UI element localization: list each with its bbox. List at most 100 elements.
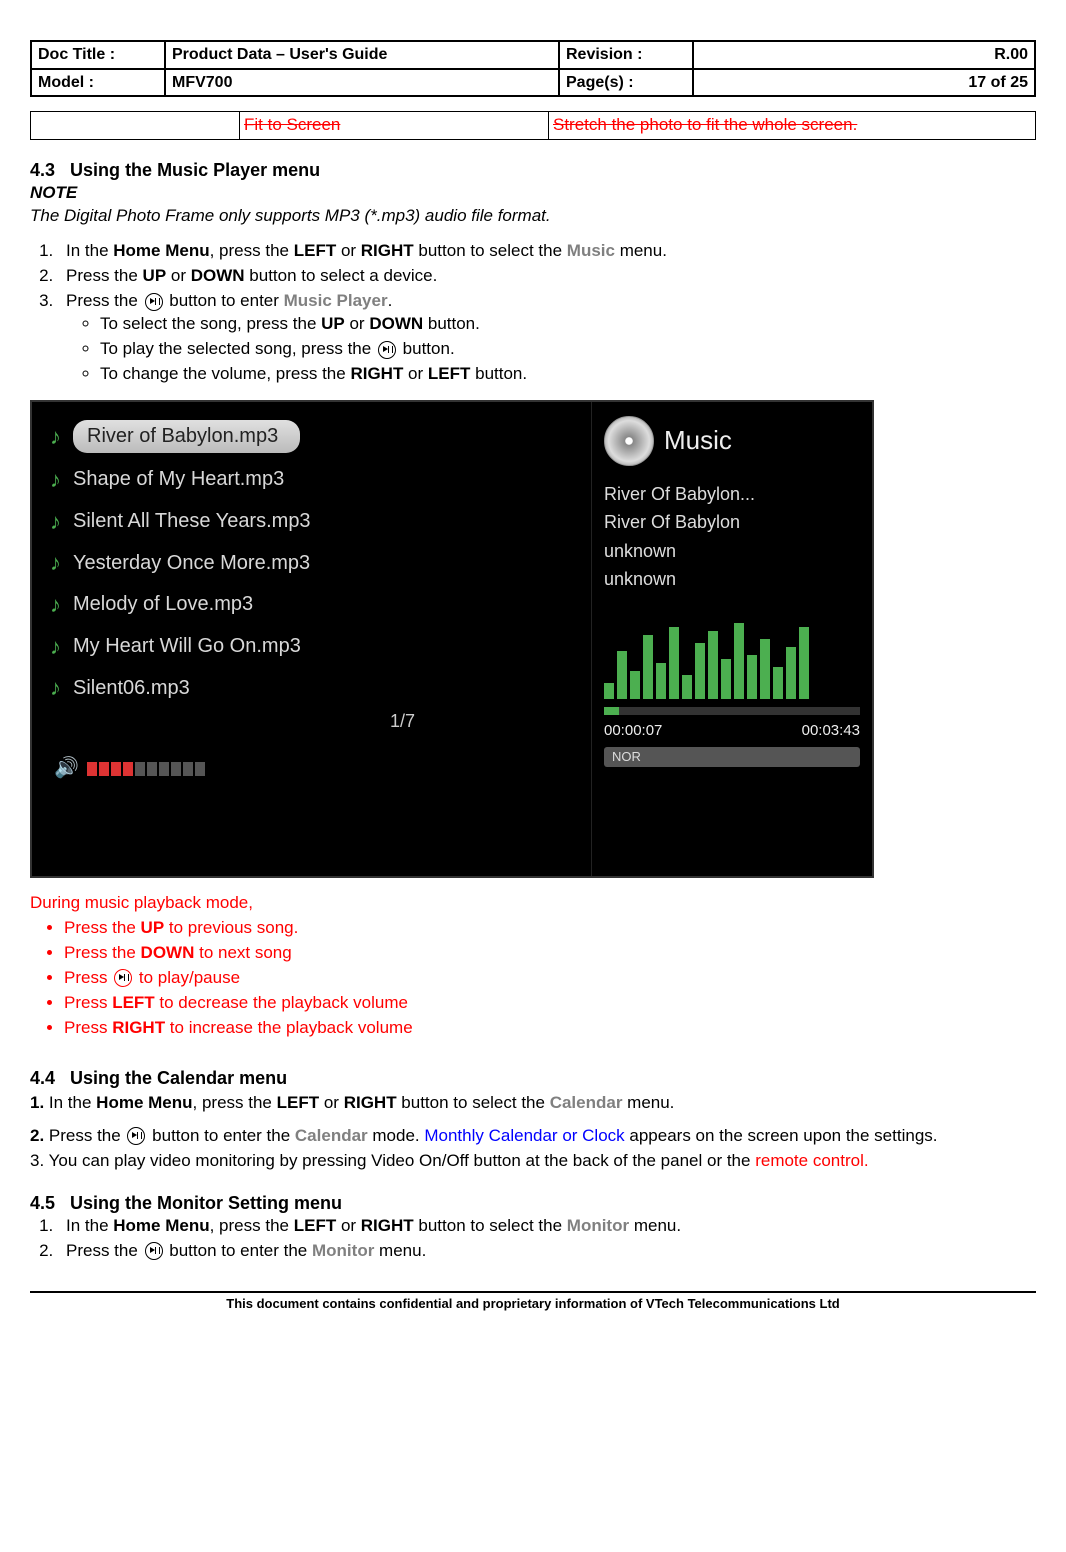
hdr-rev-val: R.00 <box>693 41 1035 69</box>
x1d: LEFT <box>294 1216 337 1235</box>
x1a: In the <box>66 1216 113 1235</box>
s3c: Music Player <box>284 291 388 310</box>
db2b: DOWN <box>141 943 195 962</box>
section-44-body: 1. In the Home Menu, press the LEFT or R… <box>30 1092 1036 1173</box>
fit-col3: Stretch the photo to fit the whole scree… <box>549 112 1036 140</box>
db5b: RIGHT <box>112 1018 165 1037</box>
song-name: Yesterday Once More.mp3 <box>73 550 310 577</box>
b1d: DOWN <box>369 314 423 333</box>
s1e: or <box>336 241 361 260</box>
time-elapsed: 00:00:07 <box>604 721 662 741</box>
fit-col2: Fit to Screen <box>240 112 549 140</box>
l1i: Calendar <box>550 1093 623 1112</box>
s1b: Home Menu <box>113 241 209 260</box>
db5c: to increase the playback volume <box>165 1018 413 1037</box>
b3a: To change the volume, press the <box>100 364 350 383</box>
footer: This document contains confidential and … <box>30 1291 1036 1313</box>
b3e: button. <box>470 364 527 383</box>
b2a: To play the selected song, press the <box>100 339 376 358</box>
song-row[interactable]: ♪ River of Babylon.mp3 <box>50 420 581 453</box>
song-name: Silent All These Years.mp3 <box>73 508 311 535</box>
l3a: 3. You can play video monitoring by pres… <box>30 1151 755 1170</box>
song-row[interactable]: ♪Yesterday Once More.mp3 <box>50 548 581 578</box>
b2: To play the selected song, press the but… <box>100 338 1036 361</box>
x1e: or <box>336 1216 361 1235</box>
progress-fill <box>604 707 619 715</box>
s1c: , press the <box>210 241 294 260</box>
song-row[interactable]: ♪My Heart Will Go On.mp3 <box>50 632 581 662</box>
s3b: button to enter <box>165 291 284 310</box>
hdr-doctitle-label: Doc Title : <box>31 41 165 69</box>
song-name: Shape of My Heart.mp3 <box>73 466 284 493</box>
s3d: . <box>388 291 393 310</box>
db4c: to decrease the playback volume <box>155 993 408 1012</box>
music-player-screenshot: ♪ River of Babylon.mp3 ♪ Shape of My Heart… <box>30 400 874 878</box>
s44-l2: 2. Press the button to enter the Calenda… <box>30 1125 1036 1148</box>
song-row[interactable]: ♪ Melody of Love.mp3 <box>50 590 581 620</box>
song-name: Melody of Love.mp3 <box>73 591 253 618</box>
l1g: RIGHT <box>344 1093 397 1112</box>
doc-header-table: Doc Title : Product Data – User's Guide … <box>30 40 1036 97</box>
db1: Press the UP to previous song. <box>64 917 1036 940</box>
volume-bar <box>87 762 205 776</box>
note-head: NOTE <box>30 182 1036 205</box>
music-note-icon: ♪ <box>50 590 61 620</box>
db1a: Press the <box>64 918 141 937</box>
h45-rest: Using the Monitor Setting menu <box>70 1193 342 1213</box>
l1h: button to select the <box>397 1093 550 1112</box>
progress-bar[interactable] <box>604 707 860 715</box>
song-row[interactable]: ♪Silent06.mp3 <box>50 673 581 703</box>
x1h: Monitor <box>567 1216 629 1235</box>
music-note-icon: ♪ <box>50 632 61 662</box>
info-2: River Of Babylon <box>604 510 860 534</box>
hdr-model-val: MFV700 <box>165 69 559 97</box>
l1f: or <box>319 1093 344 1112</box>
music-note-icon: ♪ <box>50 422 61 452</box>
l1a: 1. <box>30 1093 49 1112</box>
music-note-icon: ♪ <box>50 673 61 703</box>
song-list: ♪ River of Babylon.mp3 ♪ Shape of My Heart… <box>32 402 591 876</box>
song-row[interactable]: ♪ Shape of My Heart.mp3 <box>50 465 581 495</box>
play-icon <box>127 1127 145 1145</box>
db4a: Press <box>64 993 112 1012</box>
fit-col2-text: Fit to Screen <box>244 115 340 134</box>
info-4: unknown <box>604 567 860 591</box>
s2c: or <box>166 266 191 285</box>
x2d: menu. <box>374 1241 426 1260</box>
h43-b: the Music Player menu <box>125 160 320 180</box>
heading-4-3: 4.3 Using the Music Player menu <box>30 158 1036 182</box>
volume-row[interactable]: 🔊 <box>54 755 581 782</box>
b1: To select the song, press the UP or DOWN… <box>100 313 1036 336</box>
db3b: to play/pause <box>134 968 240 987</box>
steps-43: In the Home Menu, press the LEFT or RIGH… <box>30 240 1036 386</box>
hdr-pages-label: Page(s) : <box>559 69 693 97</box>
db4: Press LEFT to decrease the playback volu… <box>64 992 1036 1015</box>
db2c: to next song <box>194 943 291 962</box>
page-indicator: 1/7 <box>390 709 581 733</box>
info-1: River Of Babylon... <box>604 482 860 506</box>
x1f: RIGHT <box>361 1216 414 1235</box>
x2c: Monitor <box>312 1241 374 1260</box>
b1e: button. <box>423 314 480 333</box>
s1f: RIGHT <box>361 241 414 260</box>
db4b: LEFT <box>112 993 155 1012</box>
fit-col1 <box>31 112 240 140</box>
time-total: 00:03:43 <box>802 721 860 741</box>
x1g: button to select the <box>414 1216 567 1235</box>
b3c: or <box>403 364 428 383</box>
song-name: River of Babylon.mp3 <box>73 420 300 453</box>
music-note-icon: ♪ <box>50 507 61 537</box>
s1d: LEFT <box>294 241 337 260</box>
l1c: Home Menu <box>96 1093 192 1112</box>
l2e: mode. <box>368 1126 425 1145</box>
fit-table: Fit to Screen Stretch the photo to fit t… <box>30 111 1036 140</box>
cd-icon <box>604 416 654 466</box>
s1g: button to select the <box>414 241 567 260</box>
music-note-icon: ♪ <box>50 465 61 495</box>
heading-4-4: 4.4 Using the Calendar menu <box>30 1066 1036 1090</box>
song-row[interactable]: ♪ Silent All These Years.mp3 <box>50 507 581 537</box>
step-1: In the Home Menu, press the LEFT or RIGH… <box>58 240 1036 263</box>
l2c: button to enter the <box>147 1126 294 1145</box>
now-playing-panel: Music River Of Babylon... River Of Babyl… <box>591 402 872 876</box>
step-3: Press the button to enter Music Player. … <box>58 290 1036 386</box>
